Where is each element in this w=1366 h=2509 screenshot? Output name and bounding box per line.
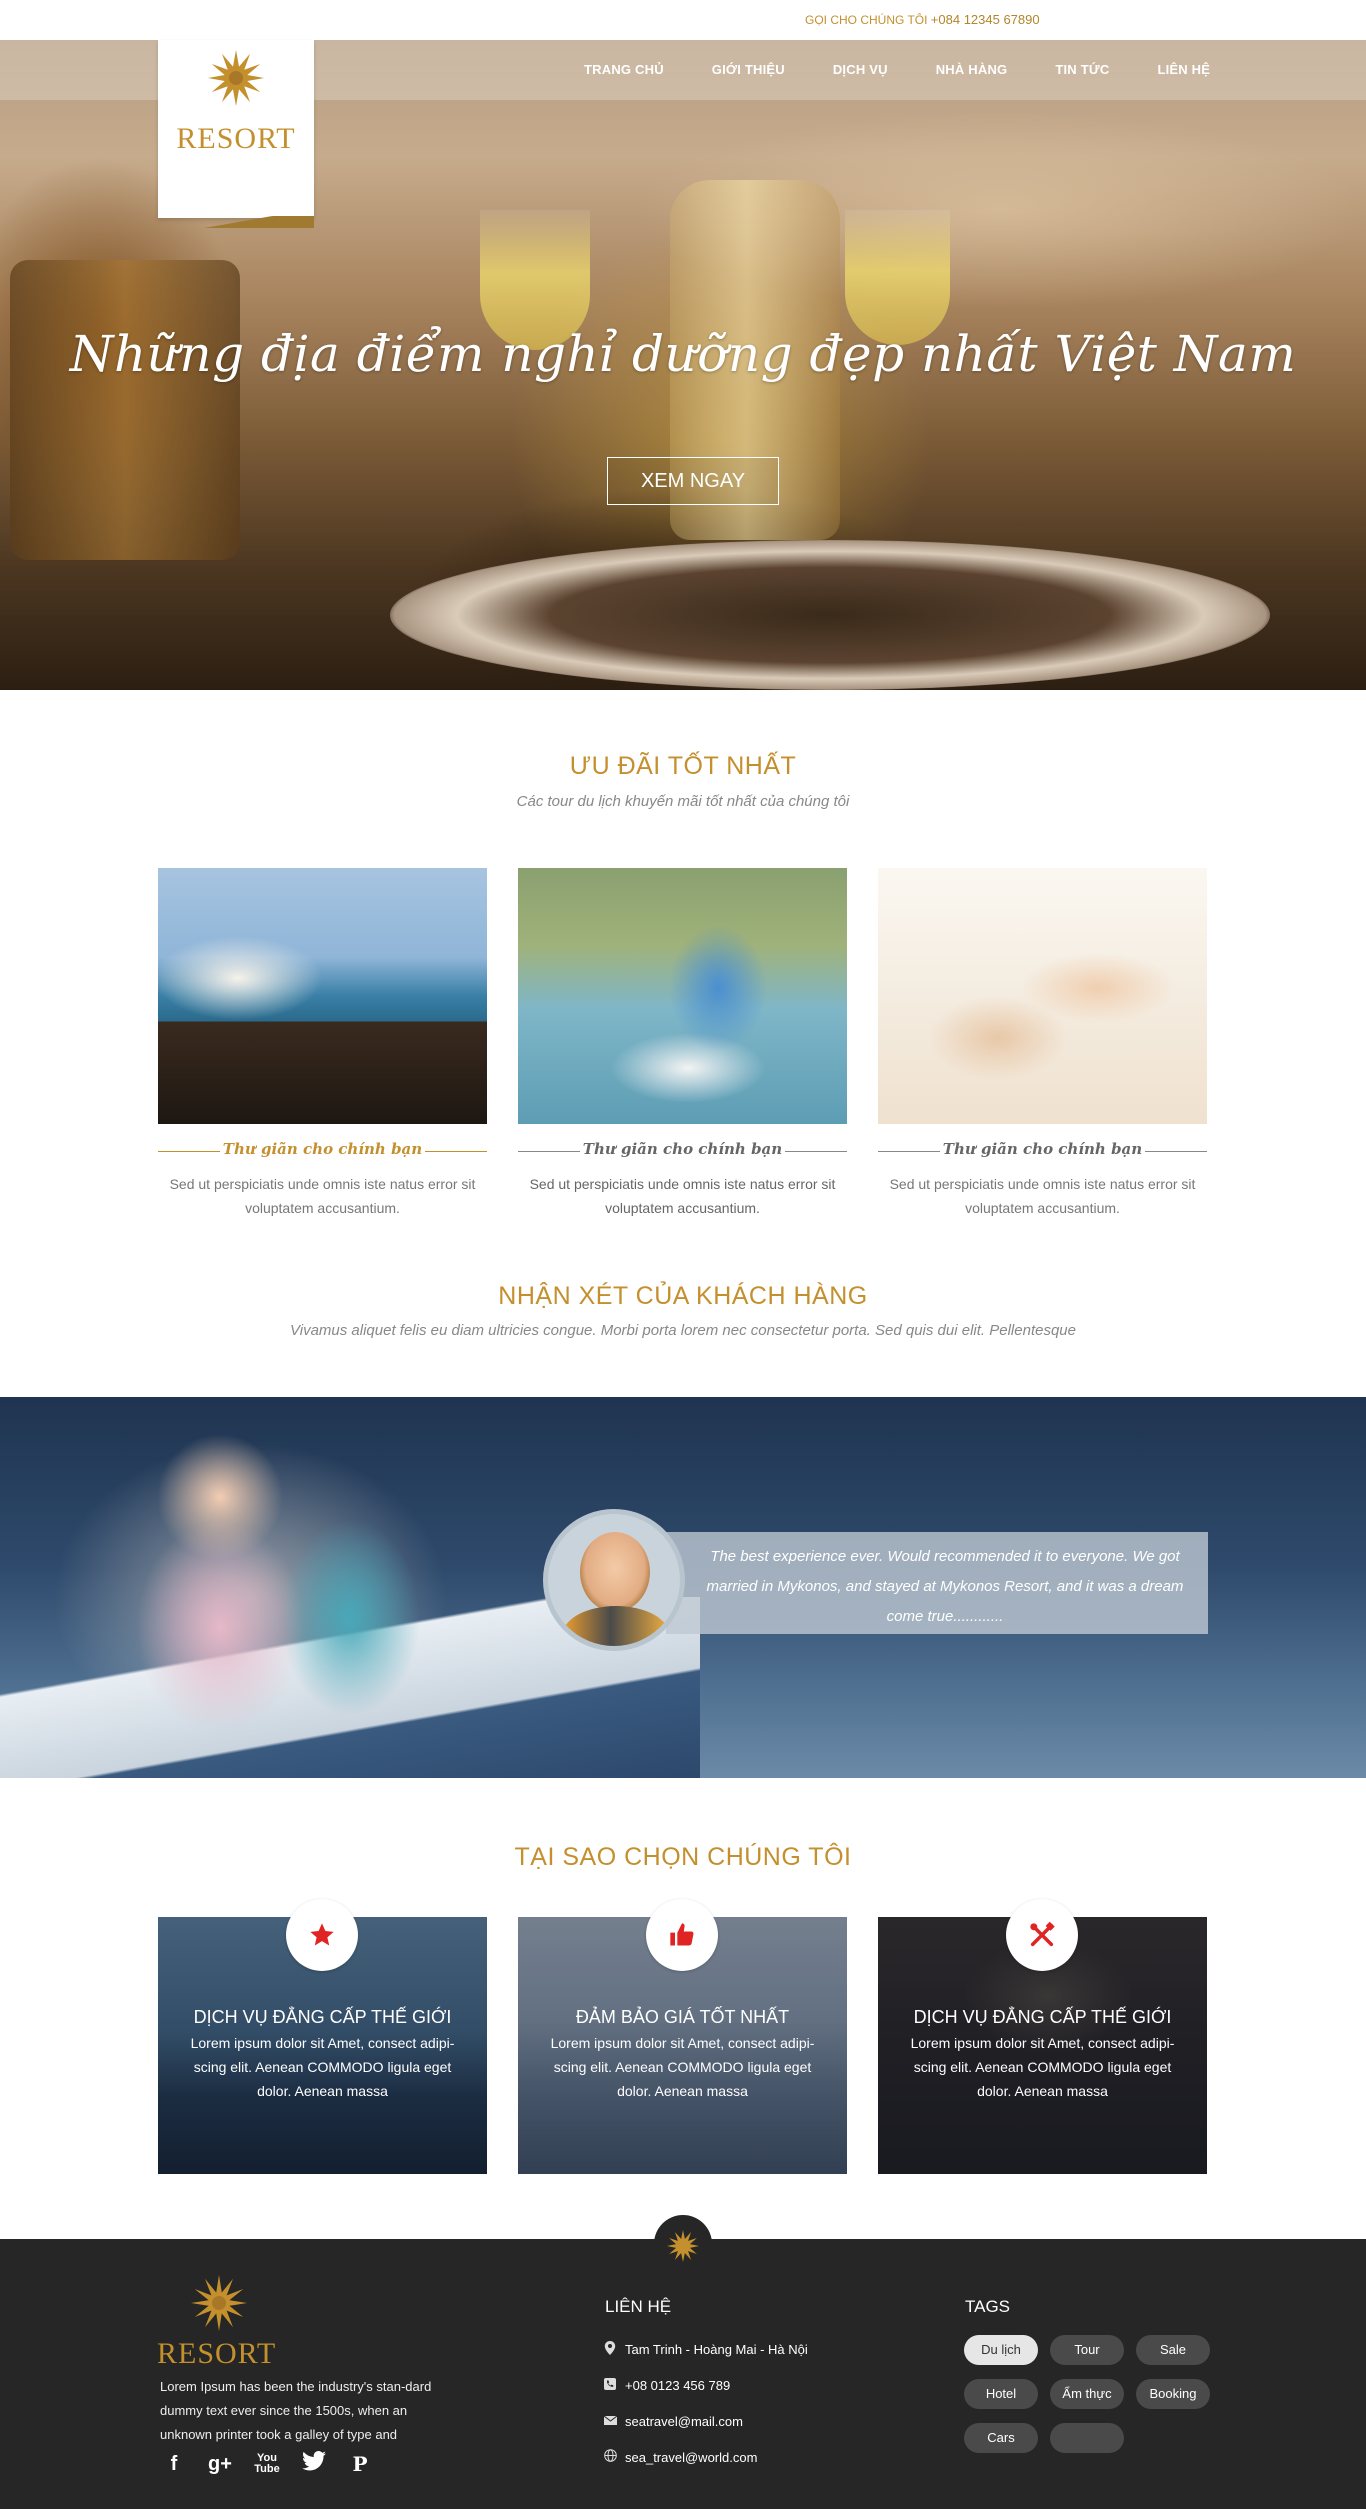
map-pin-icon	[603, 2340, 617, 2358]
reviews-title: NHẬN XÉT CỦA KHÁCH HÀNG	[498, 1282, 868, 1310]
contact-email: seatravel@mail.com	[603, 2403, 808, 2439]
why-title: TẠI SAO CHỌN CHÚNG TÔI	[514, 1843, 852, 1871]
offers-title: ƯU ĐÃI TỐT NHẤT	[569, 752, 797, 780]
feature-heading: DỊCH VỤ ĐẲNG CẤP THẾ GIỚI	[913, 2007, 1172, 2027]
feature-heading: DỊCH VỤ ĐẲNG CẤP THẾ GIỚI	[193, 2007, 452, 2027]
call-info: GỌI CHO CHÚNG TÔI +084 12345 67890	[805, 12, 1040, 27]
page: GỌI CHO CHÚNG TÔI +084 12345 67890 TRANG…	[0, 0, 1366, 2509]
footer-top-badge	[654, 2215, 712, 2273]
caption-divider	[425, 1151, 487, 1152]
top-bar: GỌI CHO CHÚNG TÔI +084 12345 67890	[0, 0, 1366, 40]
feature-card[interactable]: ĐẢM BẢO GIÁ TỐT NHẤT Lorem ipsum dolor s…	[518, 1899, 847, 2174]
caption-divider	[785, 1151, 847, 1152]
hero-plate	[390, 540, 1270, 690]
offer-card[interactable]: Thư giãn cho chính bạn Sed ut perspiciat…	[518, 868, 847, 1220]
social-links: f g+ You Tube P	[160, 2451, 374, 2477]
footer-sun-logo-icon	[191, 2275, 247, 2331]
tag-empty[interactable]	[1050, 2423, 1124, 2453]
nav-news[interactable]: TIN TỨC	[1031, 54, 1133, 85]
offer-card[interactable]: Thư giãn cho chính bạn Sed ut perspiciat…	[878, 868, 1207, 1220]
site-logo[interactable]: RESORT	[158, 40, 314, 228]
reviewer-face	[580, 1532, 650, 1612]
testimonial-quote: The best experience ever. Would recommen…	[666, 1532, 1208, 1634]
offer-image-dinner[interactable]	[518, 868, 847, 1124]
testimonial-band: The best experience ever. Would recommen…	[0, 1397, 1366, 1778]
feature-badge	[646, 1899, 718, 1971]
offer-description: Sed ut perspiciatis unde omnis iste natu…	[529, 1176, 836, 1216]
youtube-icon[interactable]: You Tube	[252, 2453, 282, 2475]
star-icon	[310, 1923, 334, 1946]
sun-icon	[667, 2230, 699, 2262]
hero-shaker-image	[10, 260, 240, 560]
footer-about-text: Lorem Ipsum has been the industry's stan…	[160, 2379, 432, 2442]
offer-caption[interactable]: Thư giãn cho chính bạn	[878, 1140, 1207, 1158]
hero-title: Những địa điểm nghỉ dưỡng đẹp nhất Việt …	[69, 325, 1297, 383]
logo-text: RESORT	[176, 122, 296, 155]
footer-logo-text[interactable]: RESORT	[157, 2337, 276, 2371]
tag-cars[interactable]: Cars	[964, 2423, 1038, 2453]
feature-text: Lorem ipsum dolor sit Amet, consect adip…	[190, 2035, 455, 2099]
contact-address: Tam Trinh - Hoàng Mai - Hà Nội	[603, 2331, 808, 2367]
call-label: GỌI CHO CHÚNG TÔI	[805, 13, 928, 27]
sun-logo-icon	[208, 50, 264, 106]
facebook-icon[interactable]: f	[160, 2453, 188, 2476]
nav-home[interactable]: TRANG CHỦ	[560, 54, 688, 85]
offer-description: Sed ut perspiciatis unde omnis iste natu…	[169, 1176, 476, 1216]
offers-subtitle: Các tour du lịch khuyến mãi tốt nhất của…	[516, 793, 850, 810]
tag-du-lich[interactable]: Du lịch	[964, 2335, 1038, 2365]
google-plus-icon[interactable]: g+	[206, 2453, 234, 2476]
feature-badge	[286, 1899, 358, 1971]
feature-card[interactable]: DỊCH VỤ ĐẲNG CẤP THẾ GIỚI Lorem ipsum do…	[878, 1899, 1207, 2174]
reviewer-body	[562, 1606, 670, 1646]
reviews-subtitle: Vivamus aliquet felis eu diam ultricies …	[290, 1322, 1076, 1339]
nav-restaurant[interactable]: NHÀ HÀNG	[912, 54, 1032, 85]
contact-website-text[interactable]: sea_travel@world.com	[625, 2450, 757, 2465]
tag-tour[interactable]: Tour	[1050, 2335, 1124, 2365]
tag-hotel[interactable]: Hotel	[964, 2379, 1038, 2409]
nav-contact[interactable]: LIÊN HỆ	[1133, 54, 1234, 85]
feature-card[interactable]: DỊCH VỤ ĐẲNG CẤP THẾ GIỚI Lorem ipsum do…	[158, 1899, 487, 2174]
feature-badge	[1006, 1899, 1078, 1971]
tag-sale[interactable]: Sale	[1136, 2335, 1210, 2365]
offer-image-spa[interactable]	[878, 868, 1207, 1124]
tags-heading: TAGS	[965, 2297, 1011, 2316]
pinterest-icon[interactable]: P	[346, 2452, 374, 2476]
contact-phone-text[interactable]: +08 0123 456 789	[625, 2378, 730, 2393]
offer-image-pool[interactable]	[158, 868, 487, 1124]
envelope-icon	[603, 2414, 617, 2428]
offer-card[interactable]: Thư giãn cho chính bạn Sed ut perspiciat…	[158, 868, 487, 1220]
contact-website: sea_travel@world.com	[603, 2439, 808, 2475]
contact-address-text: Tam Trinh - Hoàng Mai - Hà Nội	[625, 2341, 808, 2357]
footer: RESORT Lorem Ipsum has been the industry…	[0, 2215, 1366, 2509]
call-phone[interactable]: +084 12345 67890	[931, 12, 1040, 27]
nav-about[interactable]: GIỚI THIỆU	[688, 54, 809, 85]
contact-heading: LIÊN HỆ	[605, 2297, 672, 2316]
contact-email-text[interactable]: seatravel@mail.com	[625, 2414, 743, 2429]
offer-caption[interactable]: Thư giãn cho chính bạn	[158, 1140, 487, 1158]
feature-text: Lorem ipsum dolor sit Amet, consect adip…	[910, 2035, 1175, 2099]
twitter-icon[interactable]	[300, 2451, 328, 2477]
globe-icon	[603, 2449, 617, 2465]
tools-icon	[1030, 1921, 1055, 1947]
tag-am-thuc[interactable]: Ẩm thực	[1050, 2379, 1124, 2409]
thumbs-up-icon	[670, 1923, 694, 1946]
phone-icon	[603, 2377, 617, 2393]
reviewer-avatar	[543, 1509, 685, 1651]
feature-heading: ĐẢM BẢO GIÁ TỐT NHẤT	[575, 2007, 790, 2027]
offer-caption[interactable]: Thư giãn cho chính bạn	[518, 1140, 847, 1158]
main-nav: TRANG CHỦ GIỚI THIỆU DỊCH VỤ NHÀ HÀNG TI…	[560, 54, 1234, 85]
couple-image	[110, 1417, 440, 1737]
nav-services[interactable]: DỊCH VỤ	[809, 54, 912, 85]
caption-divider	[1145, 1151, 1207, 1152]
offer-description: Sed ut perspiciatis unde omnis iste natu…	[889, 1176, 1196, 1216]
contact-phone: +08 0123 456 789	[603, 2367, 808, 2403]
feature-text: Lorem ipsum dolor sit Amet, consect adip…	[550, 2035, 815, 2099]
tag-booking[interactable]: Booking	[1136, 2379, 1210, 2409]
view-now-button[interactable]: XEM NGAY	[607, 457, 779, 505]
contact-list: Tam Trinh - Hoàng Mai - Hà Nội +08 0123 …	[603, 2331, 808, 2475]
